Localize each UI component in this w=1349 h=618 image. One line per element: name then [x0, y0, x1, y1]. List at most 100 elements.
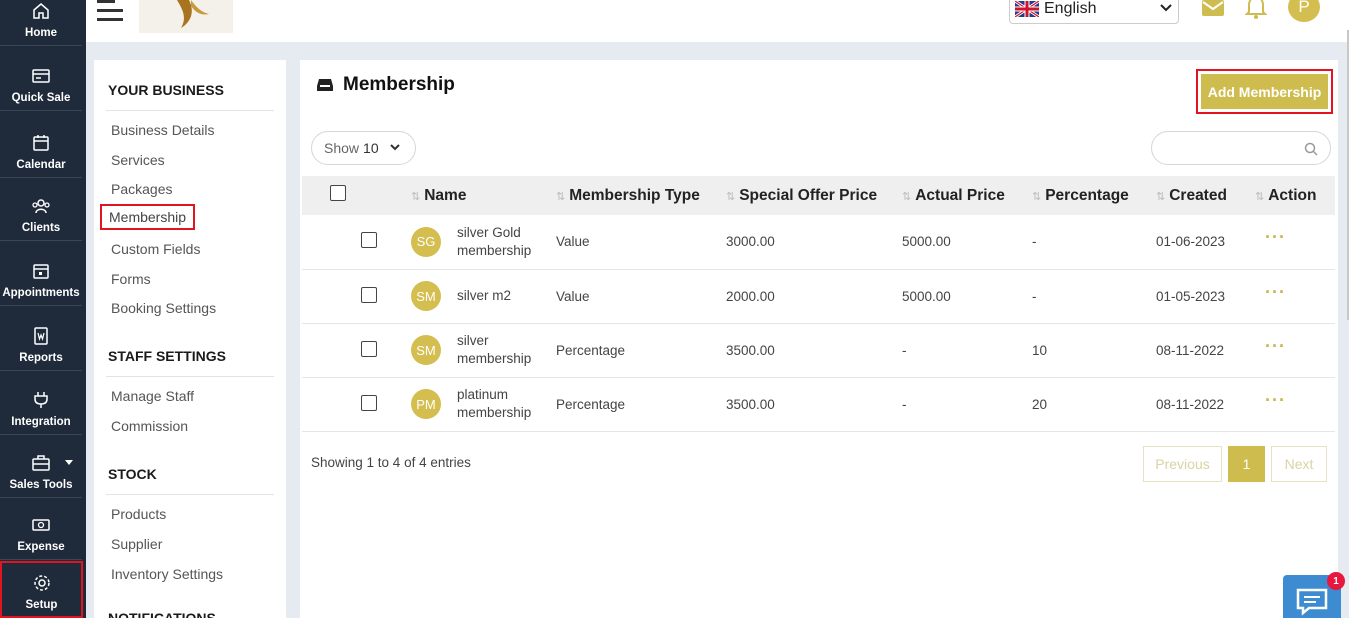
menu-toggle-button[interactable]: [97, 0, 123, 22]
mail-icon[interactable]: [1200, 0, 1226, 20]
section-title-stock: STOCK: [108, 466, 157, 482]
percentage: 20: [1032, 396, 1048, 412]
logo-image: [177, 0, 209, 28]
percentage: 10: [1032, 342, 1048, 358]
language-select[interactable]: English: [1009, 0, 1179, 24]
sort-icon: ⇅: [726, 190, 736, 203]
next-page-button[interactable]: Next: [1271, 446, 1327, 482]
column-header-name[interactable]: ⇅ Name: [411, 176, 556, 215]
submenu-item-forms[interactable]: Forms: [111, 271, 151, 287]
nav-label: Integration: [11, 416, 71, 428]
nav-label: Home: [25, 27, 57, 39]
membership-type: Value: [556, 288, 590, 304]
column-header-special-offer-price[interactable]: ⇅ Special Offer Price: [726, 176, 902, 215]
setup-submenu: YOUR BUSINESS Business Details Services …: [94, 60, 286, 618]
nav-label: Setup: [25, 599, 58, 611]
column-header-percentage[interactable]: ⇅ Percentage: [1032, 176, 1156, 215]
nav-item-clients[interactable]: Clients: [0, 179, 82, 241]
section-title-your-business: YOUR BUSINESS: [108, 82, 224, 98]
nav-item-reports[interactable]: Reports: [0, 307, 82, 371]
divider: [106, 110, 274, 111]
created-date: 01-06-2023: [1156, 234, 1226, 250]
column-label: Membership Type: [569, 186, 700, 204]
bell-icon[interactable]: [1244, 0, 1268, 20]
column-label: Action: [1268, 186, 1317, 204]
section-title-notifications: NOTIFICATIONS: [108, 610, 216, 618]
left-nav: Home Quick Sale Calendar Clients Appoint…: [0, 0, 86, 618]
show-value: 10: [363, 140, 379, 156]
column-header-actual-price[interactable]: ⇅ Actual Price: [902, 176, 1032, 215]
row-checkbox[interactable]: [361, 394, 377, 411]
membership-avatar: SM: [411, 281, 441, 311]
table-header-row: ⇅ Name ⇅ Membership Type ⇅ Special Offer Pr…: [302, 176, 1335, 215]
more-actions-icon[interactable]: ···: [1265, 282, 1286, 302]
briefcase-icon: [32, 455, 50, 471]
submenu-item-products[interactable]: Products: [111, 506, 166, 522]
submenu-item-booking-settings[interactable]: Booking Settings: [111, 300, 216, 316]
page-title: Membership: [317, 74, 455, 96]
submenu-item-manage-staff[interactable]: Manage Staff: [111, 388, 194, 404]
page-1-button[interactable]: 1: [1228, 446, 1265, 482]
nav-item-calendar[interactable]: Calendar: [0, 112, 82, 178]
submenu-item-membership[interactable]: Membership: [99, 204, 196, 230]
more-actions-icon[interactable]: ···: [1265, 336, 1286, 356]
add-membership-button[interactable]: Add Membership: [1201, 74, 1328, 109]
nav-label: Calendar: [16, 159, 66, 171]
nav-item-setup[interactable]: Setup: [0, 561, 83, 618]
submenu-item-packages[interactable]: Packages: [111, 181, 172, 197]
nav-item-integration[interactable]: Integration: [0, 372, 82, 435]
more-actions-icon[interactable]: ···: [1265, 390, 1286, 410]
actual-price: -: [902, 396, 907, 412]
select-all-checkbox[interactable]: [330, 185, 346, 201]
add-membership-highlight: Add Membership: [1196, 69, 1333, 114]
sort-icon: ⇅: [1156, 190, 1166, 203]
membership-name: silver membership: [457, 333, 532, 366]
nav-item-appointments[interactable]: Appointments: [0, 242, 82, 306]
special-offer-price: 3500.00: [726, 396, 775, 412]
language-value: English: [1044, 0, 1097, 17]
submenu-item-inventory-settings[interactable]: Inventory Settings: [111, 566, 223, 582]
show-entries-select[interactable]: Show 10: [311, 131, 416, 165]
column-header-action[interactable]: ⇅ Action: [1255, 176, 1335, 215]
search-input[interactable]: [1151, 131, 1331, 165]
quick-sale-icon: [32, 69, 50, 83]
sort-icon: ⇅: [902, 190, 912, 203]
divider: [106, 376, 274, 377]
row-checkbox[interactable]: [361, 340, 377, 357]
plug-icon: [34, 392, 48, 408]
more-actions-icon[interactable]: ···: [1265, 227, 1286, 247]
previous-page-button[interactable]: Previous: [1143, 446, 1222, 482]
membership-avatar: PM: [411, 389, 441, 419]
membership-avatar: SG: [411, 226, 441, 257]
percentage: -: [1032, 288, 1037, 304]
reports-icon: [34, 327, 48, 345]
nav-item-expense[interactable]: Expense: [0, 499, 82, 560]
submenu-item-supplier[interactable]: Supplier: [111, 536, 162, 552]
sort-icon: ⇅: [1032, 190, 1042, 203]
submenu-item-custom-fields[interactable]: Custom Fields: [111, 241, 200, 257]
nav-item-sales-tools[interactable]: Sales Tools: [0, 436, 82, 498]
column-header-created[interactable]: ⇅ Created: [1156, 176, 1255, 215]
nav-label: Clients: [21, 222, 61, 234]
actual-price: 5000.00: [902, 234, 951, 250]
logo: [139, 0, 233, 33]
membership-avatar: SM: [411, 335, 441, 365]
submenu-item-commission[interactable]: Commission: [111, 418, 188, 434]
submenu-item-business-details[interactable]: Business Details: [111, 122, 215, 138]
inbox-icon: [317, 79, 333, 91]
actual-price: -: [902, 342, 907, 358]
nav-item-quick-sale[interactable]: Quick Sale: [0, 47, 82, 111]
special-offer-price: 3500.00: [726, 342, 775, 358]
nav-item-home[interactable]: Home: [0, 0, 82, 46]
column-header-membership-type[interactable]: ⇅ Membership Type: [556, 176, 726, 215]
row-checkbox[interactable]: [361, 286, 377, 303]
percentage: -: [1032, 234, 1037, 250]
membership-name: silver m2: [457, 288, 512, 303]
table-row: SG silver Gold membership Value 3000.00 5…: [302, 215, 1335, 269]
table-row: SM silver membership Percentage 3500.00 -…: [302, 323, 1335, 377]
row-checkbox[interactable]: [361, 232, 377, 249]
submenu-item-services[interactable]: Services: [111, 152, 165, 168]
actual-price: 5000.00: [902, 288, 951, 304]
caret-down-icon: [65, 460, 73, 465]
user-avatar[interactable]: P: [1288, 0, 1320, 22]
